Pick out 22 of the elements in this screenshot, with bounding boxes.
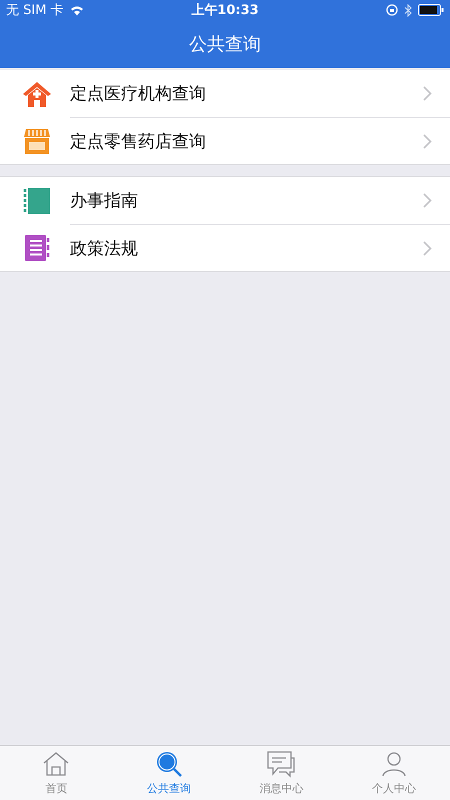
chevron-icon — [423, 193, 432, 208]
menu-item[interactable]: 办事指南 — [0, 177, 450, 224]
chevron-icon — [423, 240, 432, 256]
search-icon — [154, 750, 183, 778]
bluetooth-icon — [404, 4, 412, 16]
rotation-lock-icon — [386, 4, 398, 16]
person-icon — [380, 750, 408, 778]
home-icon — [42, 750, 70, 778]
menu-item[interactable]: 定点零售药店查询 — [0, 117, 450, 164]
wifi-icon — [70, 4, 84, 16]
notebook-icon — [22, 186, 52, 216]
book-icon — [22, 232, 52, 262]
tab[interactable]: 公共查询 — [112, 746, 225, 800]
carrier-label: 无 SIM 卡 — [6, 2, 64, 19]
chat-icon — [266, 750, 296, 778]
menu-item[interactable]: 政策法规 — [0, 224, 450, 271]
clock-time: 上午10:33 — [191, 2, 259, 19]
battery-icon — [418, 4, 444, 16]
chevron-icon — [423, 86, 432, 101]
nav-title: 公共查询 — [189, 33, 261, 56]
chevron-icon — [423, 134, 432, 148]
menu-item[interactable]: 定点医疗机构查询 — [0, 70, 450, 117]
